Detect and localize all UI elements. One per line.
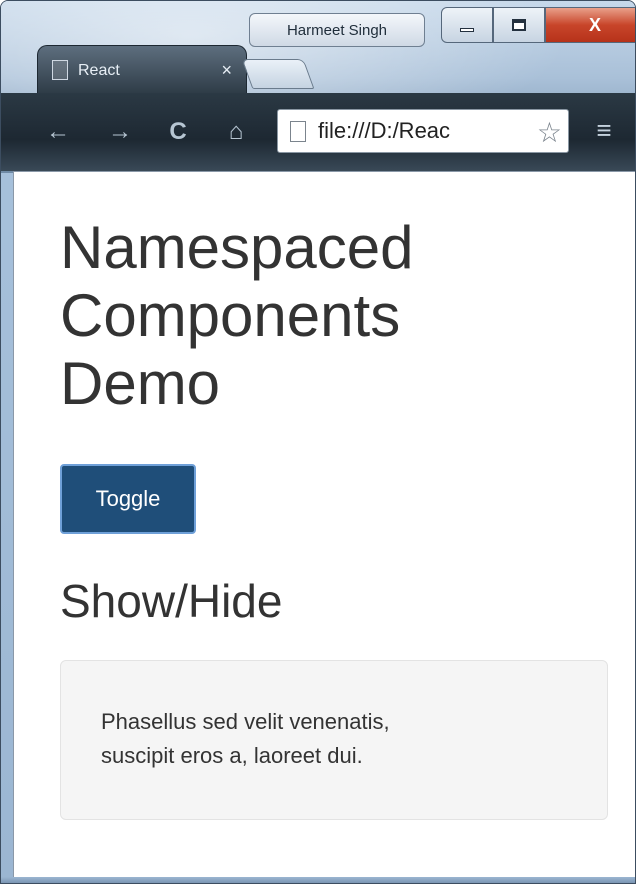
address-bar[interactable]: file:///D:/Reac ☆ <box>277 109 569 153</box>
browser-toolbar: ← → C ⌂ file:///D:/Reac ☆ ≡ <box>1 93 635 171</box>
url-text: file:///D:/Reac <box>318 118 451 143</box>
well-text-line-1: Phasellus sed velit venenatis, <box>101 709 390 734</box>
section-title: Show/Hide <box>60 575 283 627</box>
page-content: Namespaced Components Demo Toggle Show/H… <box>13 171 635 879</box>
maximize-icon <box>512 19 526 31</box>
home-icon[interactable]: ⌂ <box>219 117 253 147</box>
page-info-icon <box>290 121 306 142</box>
close-window-button[interactable]: X <box>545 7 635 43</box>
reload-icon[interactable]: C <box>161 117 195 147</box>
hamburger-menu-icon[interactable]: ≡ <box>589 115 619 145</box>
window-bottom-border <box>1 877 635 883</box>
tab-title: React <box>78 61 120 79</box>
page-title-line-1: Namespaced <box>60 214 414 281</box>
new-tab-button[interactable] <box>241 59 315 89</box>
page-title: Namespaced Components Demo <box>60 214 540 418</box>
close-icon: X <box>588 14 601 35</box>
window-controls: X <box>441 7 635 45</box>
forward-arrow-icon[interactable]: → <box>103 117 137 147</box>
profile-button[interactable]: Harmeet Singh <box>249 13 425 47</box>
minimize-button[interactable] <box>441 7 493 43</box>
browser-window: Harmeet Singh X React × ← → C ⌂ file:///… <box>0 0 636 884</box>
tab-react[interactable]: React × <box>37 45 247 95</box>
well-text-line-2: suscipit eros a, laoreet dui. <box>101 743 363 768</box>
profile-name: Harmeet Singh <box>286 21 388 39</box>
well-text: Phasellus sed velit venenatis, suscipit … <box>101 705 567 773</box>
maximize-button[interactable] <box>493 7 545 43</box>
minimize-icon <box>460 28 474 32</box>
page-title-line-3: Demo <box>60 350 221 417</box>
back-arrow-icon[interactable]: ← <box>41 117 75 147</box>
page-icon <box>52 60 68 80</box>
star-icon[interactable]: ☆ <box>534 116 562 149</box>
toggle-button[interactable]: Toggle <box>60 464 196 534</box>
collapsible-well: Phasellus sed velit venenatis, suscipit … <box>60 660 608 820</box>
page-title-line-2: Components <box>60 282 401 349</box>
tab-close-icon[interactable]: × <box>221 60 232 81</box>
